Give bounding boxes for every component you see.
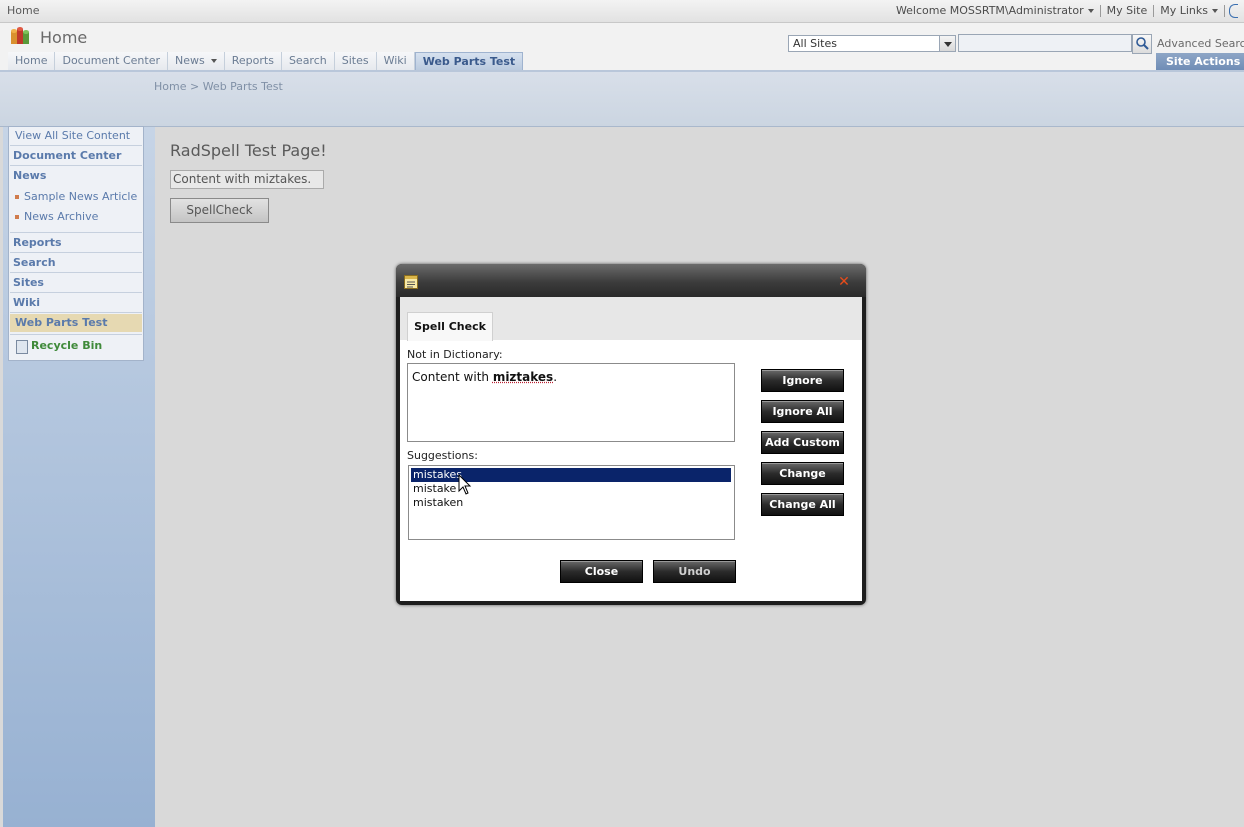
chevron-down-icon xyxy=(210,59,217,63)
site-actions-label: Site Actions xyxy=(1166,55,1241,68)
my-site-link[interactable]: My Site xyxy=(1101,4,1154,18)
help-icon[interactable] xyxy=(1229,4,1238,18)
top-breadcrumb[interactable]: Home xyxy=(7,4,39,17)
divider xyxy=(1224,5,1225,17)
spellcheck-button[interactable]: SpellCheck xyxy=(170,198,269,223)
tab-sites[interactable]: Sites xyxy=(334,52,377,70)
search-input[interactable] xyxy=(958,34,1132,52)
top-nav-tabs: Home Document Center News Reports Search… xyxy=(8,52,524,71)
dialog-titlebar[interactable]: ✕ xyxy=(396,264,866,297)
recycle-bin-icon xyxy=(16,340,28,354)
sharepoint-logo-icon xyxy=(10,27,32,47)
quicklaunch-reports[interactable]: Reports xyxy=(13,236,62,249)
tab-search[interactable]: Search xyxy=(281,52,335,70)
quicklaunch-document-center[interactable]: Document Center xyxy=(13,149,121,162)
tab-news-label: News xyxy=(175,54,205,67)
spellcheck-dialog: ✕ Spell Check Not in Dictionary: Content… xyxy=(396,264,866,605)
site-title[interactable]: Home xyxy=(40,28,87,47)
dialog-body: Spell Check Not in Dictionary: Content w… xyxy=(400,297,862,601)
not-in-dictionary-box[interactable]: Content with miztakes. xyxy=(407,363,735,442)
divider xyxy=(10,165,142,166)
content-textbox[interactable]: Content with miztakes. xyxy=(170,170,324,189)
bullet-icon xyxy=(15,195,19,199)
tab-document-center[interactable]: Document Center xyxy=(55,52,168,70)
tab-web-parts-test[interactable]: Web Parts Test xyxy=(414,52,524,71)
tab-spell-check[interactable]: Spell Check xyxy=(407,312,493,341)
quicklaunch-news[interactable]: News xyxy=(13,169,46,182)
tab-home[interactable]: Home xyxy=(8,52,56,70)
ignore-button[interactable]: Ignore xyxy=(761,369,844,392)
suggestions-label: Suggestions: xyxy=(407,449,478,462)
close-button[interactable]: Close xyxy=(560,560,643,583)
chevron-down-icon xyxy=(1212,9,1218,13)
not-in-dictionary-label: Not in Dictionary: xyxy=(407,348,503,361)
tab-reports[interactable]: Reports xyxy=(224,52,282,70)
chevron-down-icon xyxy=(1087,9,1094,13)
my-links-label: My Links xyxy=(1160,4,1208,17)
quicklaunch-sites[interactable]: Sites xyxy=(13,276,44,289)
divider xyxy=(10,292,142,293)
quicklaunch-web-parts-test[interactable]: Web Parts Test xyxy=(15,316,107,329)
misspelled-word: miztakes xyxy=(492,370,554,384)
site-actions-menu[interactable]: Site Actions xyxy=(1156,53,1244,70)
view-all-site-content-link[interactable]: View All Site Content xyxy=(15,129,130,142)
close-x-icon[interactable]: ✕ xyxy=(838,275,850,289)
quicklaunch-sample-news-article[interactable]: Sample News Article xyxy=(24,190,137,203)
tab-news[interactable]: News xyxy=(168,52,225,70)
top-bar: Home Welcome MOSSRTM\Administrator My Si… xyxy=(0,0,1244,23)
quicklaunch-news-archive[interactable]: News Archive xyxy=(24,210,98,223)
change-all-button[interactable]: Change All xyxy=(761,493,844,516)
quick-launch: View All Site Content Document Center Ne… xyxy=(8,126,144,361)
change-button[interactable]: Change xyxy=(761,462,844,485)
advanced-search-link[interactable]: Advanced Search xyxy=(1157,37,1244,50)
magnifier-icon[interactable] xyxy=(1132,34,1152,54)
divider xyxy=(10,232,142,233)
scope-value: All Sites xyxy=(793,37,837,50)
context-text: . xyxy=(553,370,558,384)
my-links-menu[interactable]: My Links xyxy=(1154,4,1224,18)
notepad-icon xyxy=(404,275,418,289)
context-text: Content with xyxy=(412,370,493,384)
welcome-menu[interactable]: Welcome MOSSRTM\Administrator xyxy=(890,4,1100,18)
top-links: Welcome MOSSRTM\Administrator My Site My… xyxy=(890,4,1238,18)
quicklaunch-recycle-bin[interactable]: Recycle Bin xyxy=(31,339,102,352)
page-title: RadSpell Test Page! xyxy=(170,141,327,160)
divider xyxy=(10,145,142,146)
tab-wiki[interactable]: Wiki xyxy=(376,52,415,70)
bullet-icon xyxy=(15,215,19,219)
suggestion-item[interactable]: mistaken xyxy=(411,496,731,510)
divider xyxy=(10,334,142,335)
mouse-cursor-icon xyxy=(458,473,472,496)
breadcrumb[interactable]: Home > Web Parts Test xyxy=(154,80,283,93)
chevron-down-icon[interactable] xyxy=(939,36,955,51)
ignore-all-button[interactable]: Ignore All xyxy=(761,400,844,423)
quicklaunch-wiki[interactable]: Wiki xyxy=(13,296,40,309)
quicklaunch-search[interactable]: Search xyxy=(13,256,56,269)
divider xyxy=(10,252,142,253)
welcome-label: Welcome MOSSRTM\Administrator xyxy=(895,4,1084,17)
add-custom-button[interactable]: Add Custom xyxy=(761,431,844,454)
divider xyxy=(10,312,142,313)
dialog-tabstrip: Spell Check xyxy=(400,297,862,341)
undo-button[interactable]: Undo xyxy=(653,560,736,583)
divider xyxy=(10,272,142,273)
search-scope-select[interactable]: All Sites xyxy=(788,35,956,52)
not-in-dictionary-text: Content with miztakes. xyxy=(412,370,557,384)
